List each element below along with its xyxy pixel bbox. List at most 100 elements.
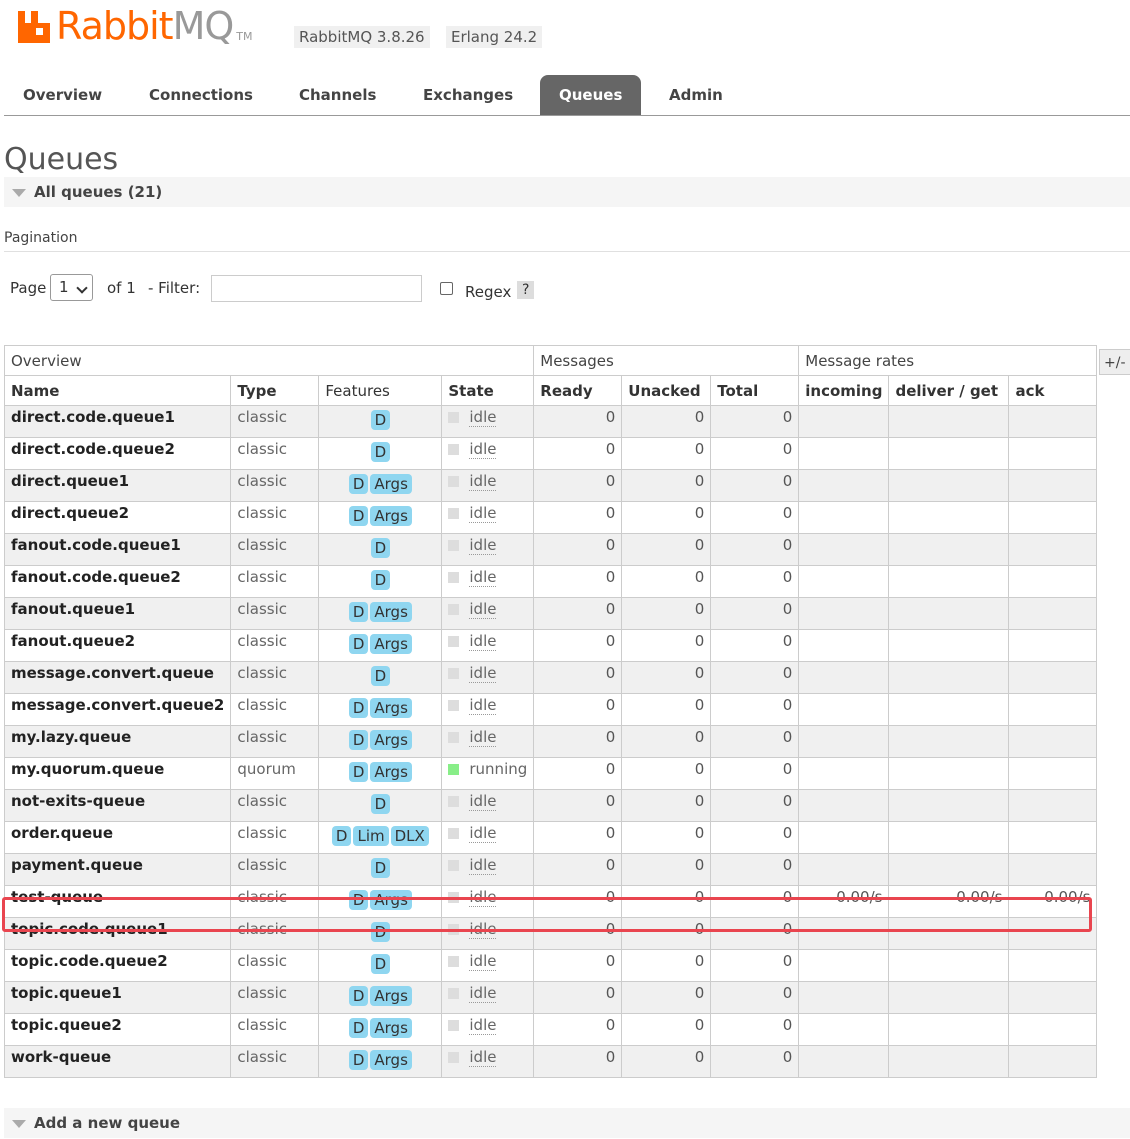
messages-ready: 0 bbox=[533, 981, 623, 1014]
add-queue-toggle[interactable]: Add a new queue bbox=[4, 1108, 1130, 1138]
queue-features: D Args bbox=[318, 1013, 443, 1046]
messages-unacked: 0 bbox=[621, 885, 712, 918]
table-row: message.convert.queue2 classic D Args idle 0 0… bbox=[3, 693, 1098, 726]
col-total[interactable]: Total bbox=[710, 375, 800, 406]
queue-name-link[interactable]: topic.code.queue1 bbox=[3, 917, 232, 950]
queue-type: classic bbox=[230, 1045, 320, 1078]
rate-deliver-get bbox=[888, 757, 1010, 790]
tab-overview[interactable]: Overview bbox=[4, 75, 121, 115]
state-indicator-icon bbox=[448, 604, 460, 615]
rate-incoming bbox=[798, 757, 890, 790]
state-text: idle bbox=[469, 568, 497, 587]
regex-label: Regex bbox=[465, 283, 512, 301]
table-row: topic.queue1 classic D Args idle 0 0 0 bbox=[3, 981, 1098, 1014]
queue-features: D Args bbox=[318, 501, 443, 534]
table-row: direct.queue1 classic D Args idle 0 0 0 bbox=[3, 469, 1098, 502]
col-unacked[interactable]: Unacked bbox=[621, 375, 712, 406]
queue-features: D bbox=[318, 533, 443, 566]
table-row: payment.queue classic Didle 0 0 0 bbox=[3, 853, 1098, 886]
feature-badge: D bbox=[348, 730, 369, 750]
rate-incoming bbox=[798, 789, 890, 822]
table-row: direct.code.queue2 classic Didle 0 0 0 bbox=[3, 437, 1098, 470]
page-select[interactable]: 1 bbox=[50, 274, 93, 301]
messages-unacked: 0 bbox=[621, 1013, 712, 1046]
col-name[interactable]: Name bbox=[3, 375, 232, 406]
queue-name-link[interactable]: direct.code.queue2 bbox=[3, 437, 232, 470]
messages-total: 0 bbox=[710, 949, 800, 982]
queue-name-link[interactable]: message.convert.queue2 bbox=[3, 693, 232, 726]
messages-total: 0 bbox=[710, 565, 800, 598]
page-of-label: of 1 bbox=[107, 279, 136, 297]
queue-name-link[interactable]: payment.queue bbox=[3, 853, 232, 886]
col-ack[interactable]: ack bbox=[1008, 375, 1098, 406]
feature-badge: Args bbox=[370, 474, 412, 494]
queues-table: Overview Messages Message rates Name Typ… bbox=[3, 345, 1098, 1078]
col-deliver-get[interactable]: deliver / get bbox=[888, 375, 1010, 406]
queue-state: idle bbox=[441, 501, 535, 534]
state-indicator-icon bbox=[448, 924, 460, 935]
state-text: idle bbox=[469, 952, 497, 971]
queue-name-link[interactable]: fanout.code.queue1 bbox=[3, 533, 232, 566]
rate-deliver-get bbox=[888, 597, 1010, 630]
tab-channels[interactable]: Channels bbox=[280, 75, 395, 115]
queue-name-link[interactable]: direct.code.queue1 bbox=[3, 405, 232, 438]
state-text: idle bbox=[469, 408, 497, 427]
messages-ready: 0 bbox=[533, 757, 623, 790]
messages-ready: 0 bbox=[533, 405, 623, 438]
queue-features: D Lim DLX bbox=[318, 821, 443, 854]
queue-name-link[interactable]: my.quorum.queue bbox=[3, 757, 232, 790]
queue-name-link[interactable]: topic.code.queue2 bbox=[3, 949, 232, 982]
col-incoming[interactable]: incoming bbox=[798, 375, 890, 406]
rate-incoming bbox=[798, 821, 890, 854]
queue-name-link[interactable]: direct.queue1 bbox=[3, 469, 232, 502]
queue-name-link[interactable]: topic.queue2 bbox=[3, 1013, 232, 1046]
queue-features: D bbox=[318, 853, 443, 886]
queue-name-link[interactable]: not-exits-queue bbox=[3, 789, 232, 822]
queue-name-link[interactable]: direct.queue2 bbox=[3, 501, 232, 534]
queue-name-link[interactable]: work-queue bbox=[3, 1045, 232, 1078]
queue-name-link[interactable]: message.convert.queue bbox=[3, 661, 232, 694]
all-queues-toggle[interactable]: All queues (21) bbox=[4, 177, 1130, 207]
regex-help-button[interactable]: ? bbox=[517, 281, 535, 299]
logo-text: RabbitMQ bbox=[56, 6, 234, 46]
queue-name-link[interactable]: topic.queue1 bbox=[3, 981, 232, 1014]
queue-type: classic bbox=[230, 693, 320, 726]
tab-admin[interactable]: Admin bbox=[650, 75, 742, 115]
filter-label: - Filter: bbox=[148, 279, 201, 297]
state-indicator-icon bbox=[448, 540, 460, 551]
tab-exchanges[interactable]: Exchanges bbox=[404, 75, 532, 115]
queues-table-body: direct.code.queue1 classic Didle 0 0 0 direct.… bbox=[3, 405, 1098, 1078]
filter-input[interactable] bbox=[211, 275, 422, 302]
col-state[interactable]: State bbox=[441, 375, 535, 406]
table-row: not-exits-queue classic Didle 0 0 0 bbox=[3, 789, 1098, 822]
queue-name-link[interactable]: my.lazy.queue bbox=[3, 725, 232, 758]
queue-features: D bbox=[318, 917, 443, 950]
collapse-triangle-icon bbox=[12, 188, 26, 197]
main-nav-tabs: Overview Connections Channels Exchanges … bbox=[4, 75, 1130, 116]
rabbitmq-logo[interactable]: RabbitMQ TM bbox=[18, 6, 252, 46]
queue-name-link[interactable]: order.queue bbox=[3, 821, 232, 854]
rate-incoming bbox=[798, 949, 890, 982]
queue-name-link[interactable]: test-queue bbox=[3, 885, 232, 918]
col-type[interactable]: Type bbox=[230, 375, 320, 406]
state-indicator-icon bbox=[448, 636, 460, 647]
queue-state: idle bbox=[441, 405, 535, 438]
rate-deliver-get bbox=[888, 405, 1010, 438]
queue-name-link[interactable]: fanout.code.queue2 bbox=[3, 565, 232, 598]
rate-incoming bbox=[798, 853, 890, 886]
queue-name-link[interactable]: fanout.queue1 bbox=[3, 597, 232, 630]
messages-unacked: 0 bbox=[621, 533, 712, 566]
col-ready[interactable]: Ready bbox=[533, 375, 623, 406]
messages-total: 0 bbox=[710, 789, 800, 822]
tab-queues[interactable]: Queues bbox=[540, 75, 642, 115]
messages-unacked: 0 bbox=[621, 853, 712, 886]
table-row: direct.queue2 classic D Args idle 0 0 0 bbox=[3, 501, 1098, 534]
messages-ready: 0 bbox=[533, 565, 623, 598]
queue-features: D Args bbox=[318, 725, 443, 758]
queue-name-link[interactable]: fanout.queue2 bbox=[3, 629, 232, 662]
tab-connections[interactable]: Connections bbox=[130, 75, 272, 115]
regex-checkbox[interactable] bbox=[440, 282, 453, 295]
queue-state: idle bbox=[441, 1013, 535, 1046]
column-toggle-button[interactable]: +/- bbox=[1099, 349, 1130, 375]
feature-badge: Args bbox=[370, 1018, 412, 1038]
